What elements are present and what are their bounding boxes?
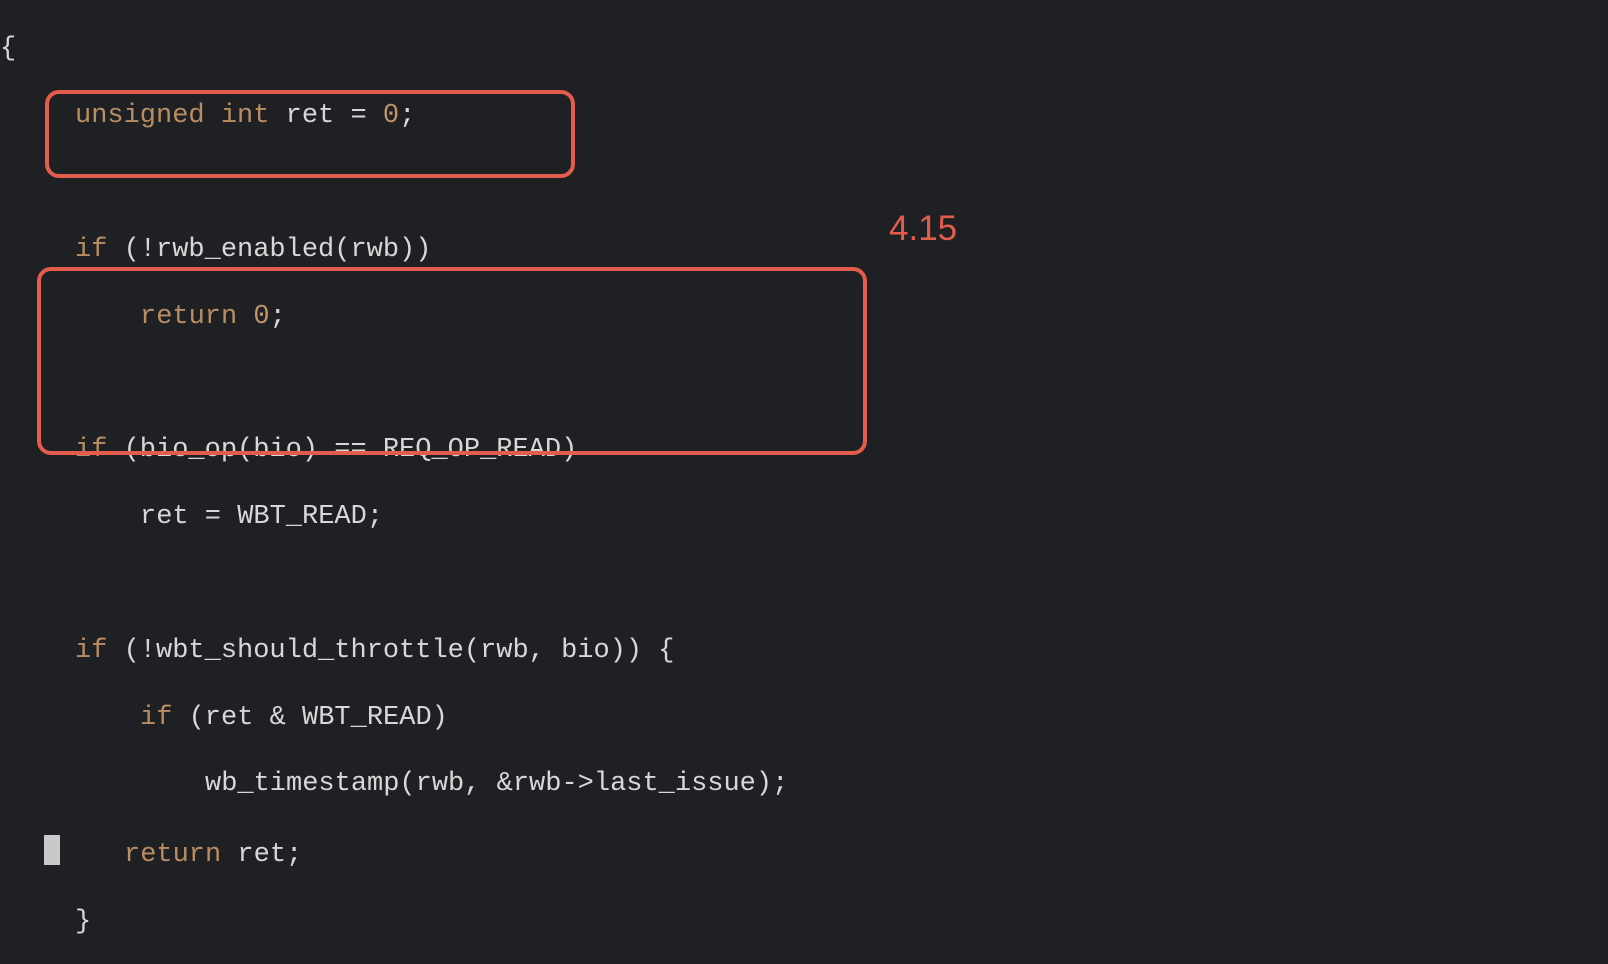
text-cursor <box>44 835 60 865</box>
blank-line <box>0 367 1608 400</box>
cursor-line: return ret; <box>0 835 1608 872</box>
code-line: if (!rwb_enabled(rwb)) <box>0 234 1608 267</box>
annotation-label: 4.15 <box>889 212 957 245</box>
blank-line <box>0 568 1608 601</box>
code-line: wb_timestamp(rwb, &rwb->last_issue); <box>0 768 1608 801</box>
code-line: unsigned int ret = 0; <box>0 100 1608 133</box>
code-line: } <box>0 906 1608 939</box>
code-line: ret = WBT_READ; <box>0 501 1608 534</box>
blank-line <box>0 167 1608 200</box>
code-line: if (!wbt_should_throttle(rwb, bio)) { <box>0 635 1608 668</box>
code-line: if (bio_op(bio) == REQ_OP_READ) <box>0 434 1608 467</box>
code-line: return 0; <box>0 301 1608 334</box>
code-block: { unsigned int ret = 0; if (!rwb_enabled… <box>0 0 1608 964</box>
code-line: if (ret & WBT_READ) <box>0 702 1608 735</box>
code-line: { <box>0 33 1608 66</box>
highlight-box-2 <box>37 267 867 455</box>
